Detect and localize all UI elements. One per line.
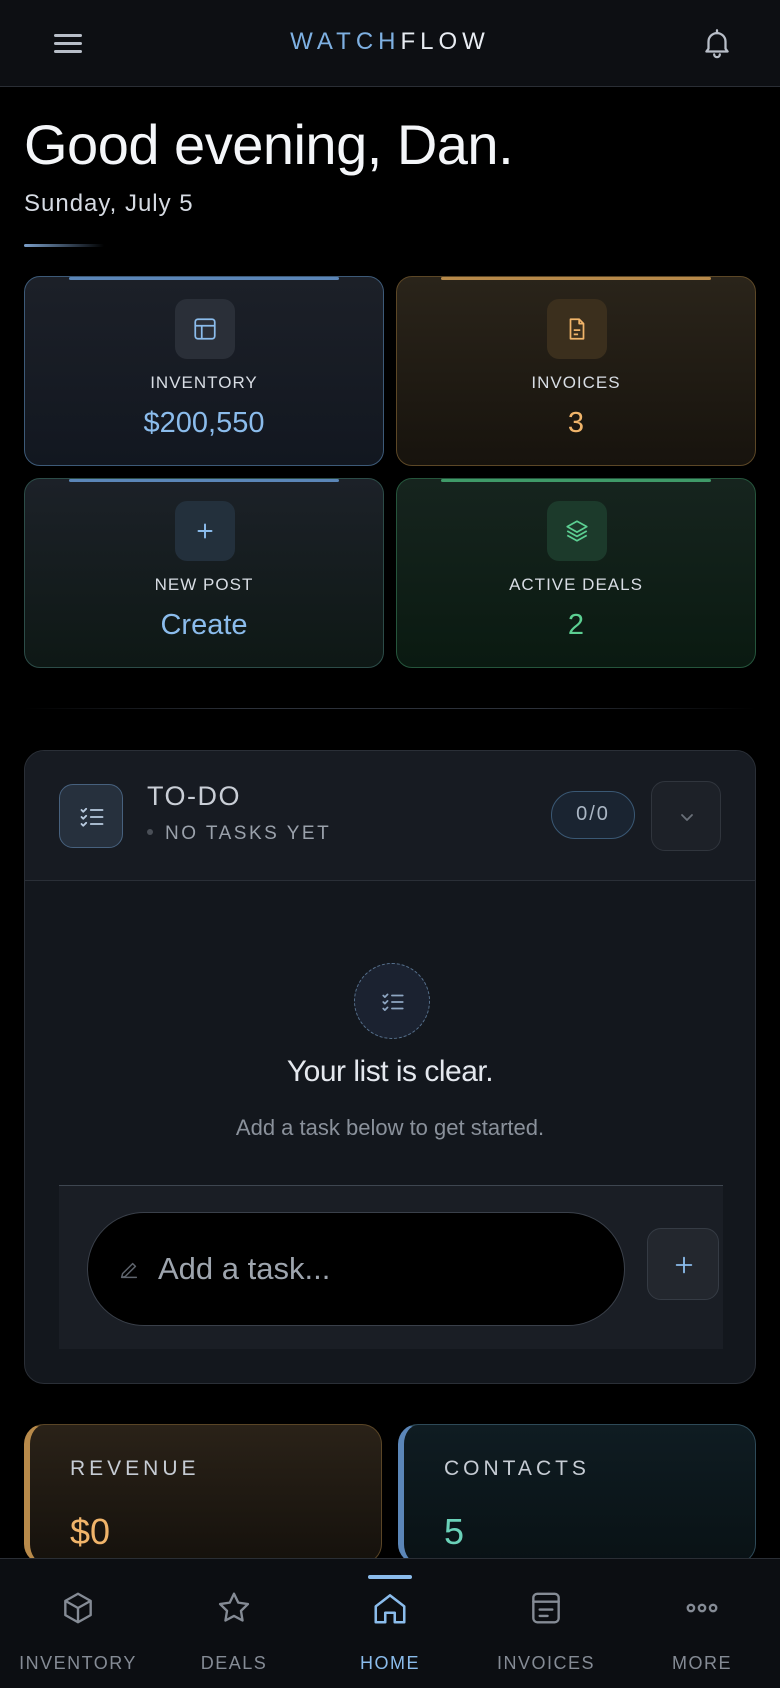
- nav-home[interactable]: HOME: [312, 1559, 468, 1688]
- cube-icon: [64, 1592, 92, 1624]
- revenue-value: $0: [70, 1511, 111, 1552]
- active-deals-card[interactable]: ACTIVE DEALS 2: [396, 478, 756, 668]
- accent-divider: [24, 244, 104, 247]
- todo-status-text: NO TASKS YET: [165, 823, 332, 844]
- collapse-button[interactable]: [651, 781, 721, 851]
- document-icon: [547, 299, 607, 359]
- greeting-title: Good evening, Dan.: [24, 113, 514, 176]
- todo-title: TO-DO: [147, 781, 241, 811]
- empty-checklist-icon: [354, 963, 430, 1039]
- contacts-card[interactable]: CONTACTS 5: [398, 1424, 756, 1564]
- active-indicator: [368, 1575, 412, 1579]
- task-input-wrapper: [87, 1212, 625, 1326]
- inventory-icon: [175, 299, 235, 359]
- home-icon: [374, 1594, 406, 1624]
- top-bar: WATCHFLOW: [0, 0, 780, 87]
- brand-part-2: FLOW: [400, 28, 490, 55]
- revenue-label: REVENUE: [70, 1457, 200, 1480]
- plus-icon: [675, 1256, 693, 1274]
- nav-more[interactable]: MORE: [624, 1559, 780, 1688]
- contacts-value: 5: [444, 1511, 465, 1552]
- app-brand: WATCHFLOW: [0, 28, 780, 56]
- empty-state-subtitle: Add a task below to get started.: [235, 1115, 545, 1140]
- add-task-area: [59, 1185, 723, 1349]
- invoices-label: INVOICES: [531, 373, 621, 392]
- invoices-card[interactable]: INVOICES 3: [396, 276, 756, 466]
- active-deals-value: 2: [567, 609, 585, 641]
- brand-part-1: WATCH: [290, 28, 401, 55]
- bottom-navigation: INVENTORY DEALS HOME INVOICES MORE: [0, 1558, 780, 1688]
- inventory-value: $200,550: [143, 407, 265, 439]
- star-icon: [218, 1592, 250, 1622]
- pencil-icon: [120, 1262, 138, 1279]
- nav-more-label: MORE: [672, 1653, 732, 1673]
- new-post-card[interactable]: NEW POST Create: [24, 478, 384, 668]
- task-count-badge: 0/0: [551, 791, 635, 839]
- inventory-label: INVENTORY: [150, 373, 258, 392]
- nav-inventory[interactable]: INVENTORY: [0, 1559, 156, 1688]
- chevron-down-icon: [681, 814, 693, 821]
- layers-icon: [547, 501, 607, 561]
- nav-invoices-label: INVOICES: [496, 1653, 596, 1673]
- todo-panel: TO-DO NO TASKS YET 0/0 Your list is clea…: [24, 750, 756, 1384]
- contacts-label: CONTACTS: [444, 1457, 590, 1480]
- invoice-icon: [532, 1592, 560, 1624]
- inventory-card[interactable]: INVENTORY $200,550: [24, 276, 384, 466]
- nav-inventory-label: INVENTORY: [19, 1653, 137, 1673]
- bell-icon[interactable]: [700, 26, 734, 60]
- section-divider: [24, 708, 756, 709]
- more-icon: [686, 1603, 718, 1613]
- empty-state-title: Your list is clear.: [286, 1055, 494, 1088]
- new-post-label: NEW POST: [154, 575, 254, 594]
- todo-header: TO-DO NO TASKS YET 0/0: [25, 751, 755, 881]
- greeting-date: Sunday, July 5: [24, 190, 194, 217]
- nav-home-label: HOME: [360, 1653, 420, 1673]
- new-post-value: Create: [160, 609, 248, 641]
- nav-invoices[interactable]: INVOICES: [468, 1559, 624, 1688]
- invoices-value: 3: [567, 407, 585, 439]
- todo-status: NO TASKS YET: [147, 823, 331, 845]
- revenue-card[interactable]: REVENUE $0: [24, 1424, 382, 1564]
- task-input[interactable]: [158, 1213, 598, 1324]
- add-task-button[interactable]: [647, 1228, 719, 1300]
- nav-deals[interactable]: DEALS: [156, 1559, 312, 1688]
- plus-icon: [175, 501, 235, 561]
- checklist-icon: [59, 784, 123, 848]
- nav-deals-label: DEALS: [200, 1653, 268, 1673]
- active-deals-label: ACTIVE DEALS: [509, 575, 643, 594]
